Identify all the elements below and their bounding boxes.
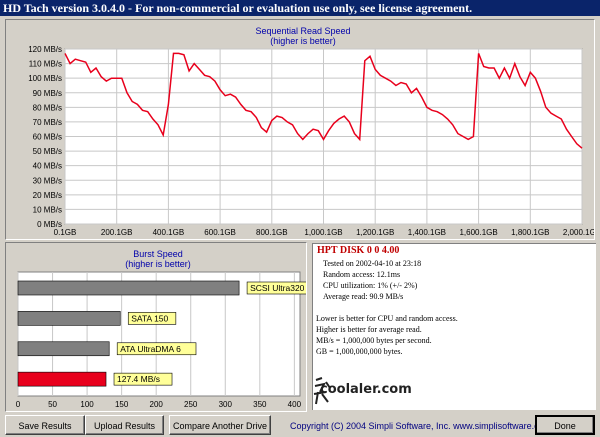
seq-y-tick-label: 70 MB/s xyxy=(33,118,62,127)
seq-y-tick-label: 90 MB/s xyxy=(33,89,62,98)
tested-on: Tested on 2002-04-10 at 23:18 xyxy=(323,259,422,268)
note-gb-def: GB = 1,000,000,000 bytes. xyxy=(316,347,403,356)
sequential-read-chart: Sequential Read Speed (higher is better)… xyxy=(28,26,594,237)
compare-another-drive-button[interactable]: Compare Another Drive xyxy=(169,415,271,435)
seq-chart-subtitle: (higher is better) xyxy=(270,36,336,46)
save-results-button[interactable]: Save Results xyxy=(5,415,85,435)
burst-bar-label: ATA UltraDMA 6 xyxy=(120,344,181,354)
burst-x-tick-label: 200 xyxy=(150,400,164,409)
seq-chart-title: Sequential Read Speed xyxy=(255,26,350,36)
seq-x-tick-label: 600.1GB xyxy=(204,228,236,237)
seq-x-tick-label: 1,400.1GB xyxy=(408,228,446,237)
burst-x-tick-label: 400 xyxy=(288,400,302,409)
seq-x-tick-label: 1,800.1GB xyxy=(511,228,549,237)
cpu-utilization: CPU utilization: 1% (+/- 2%) xyxy=(323,281,418,290)
burst-x-tick-label: 50 xyxy=(48,400,57,409)
burst-bar-label: SCSI Ultra320 xyxy=(250,283,305,293)
burst-bar xyxy=(17,371,107,387)
save-results-label: Save Results xyxy=(18,421,72,431)
burst-x-tick-label: 100 xyxy=(80,400,94,409)
seq-x-tick-label: 200.1GB xyxy=(101,228,133,237)
seq-x-tick-label: 0.1GB xyxy=(54,228,77,237)
upload-results-label: Upload Results xyxy=(93,421,156,431)
note-higher-better: Higher is better for average read. xyxy=(316,325,422,334)
burst-bar xyxy=(17,280,240,296)
window-titlebar: HD Tach version 3.0.4.0 - For non-commer… xyxy=(0,0,600,16)
seq-y-tick-label: 50 MB/s xyxy=(33,147,62,156)
drive-name: HPT DISK 0 0 4.00 xyxy=(317,245,400,256)
watermark-text: coolaler.com xyxy=(320,382,412,397)
seq-x-tick-label: 400.1GB xyxy=(153,228,185,237)
seq-x-tick-label: 2,000.1GB xyxy=(563,228,594,237)
compare-another-drive-label: Compare Another Drive xyxy=(172,421,268,431)
seq-y-tick-label: 80 MB/s xyxy=(33,103,62,112)
burst-chart-subtitle: (higher is better) xyxy=(125,259,191,269)
burst-x-tick-label: 350 xyxy=(253,400,267,409)
seq-x-tick-label: 800.1GB xyxy=(256,228,288,237)
seq-y-tick-label: 30 MB/s xyxy=(33,176,62,185)
sequential-read-panel: Sequential Read Speed (higher is better)… xyxy=(5,19,595,240)
burst-bar-label: 127.4 MB/s xyxy=(117,374,160,384)
burst-chart-title: Burst Speed xyxy=(133,249,183,259)
seq-y-tick-label: 110 MB/s xyxy=(29,60,62,69)
seq-y-tick-label: 20 MB/s xyxy=(33,191,62,200)
note-lower-better: Lower is better for CPU and random acces… xyxy=(316,314,458,323)
burst-x-tick-label: 300 xyxy=(219,400,233,409)
burst-bar xyxy=(17,341,110,357)
seq-y-tick-label: 120 MB/s xyxy=(28,45,62,54)
window-title: HD Tach version 3.0.4.0 - For non-commer… xyxy=(3,1,473,15)
burst-speed-panel: Burst Speed (higher is better) SCSI Ultr… xyxy=(5,242,307,412)
seq-x-tick-label: 1,600.1GB xyxy=(459,228,497,237)
upload-results-button[interactable]: Upload Results xyxy=(85,415,164,435)
seq-x-tick-label: 1,200.1GB xyxy=(356,228,394,237)
seq-x-tick-label: 1,000.1GB xyxy=(304,228,342,237)
burst-bar-label: SATA 150 xyxy=(131,313,168,323)
burst-x-tick-label: 250 xyxy=(184,400,198,409)
seq-y-tick-label: 100 MB/s xyxy=(28,74,62,83)
burst-bar xyxy=(17,311,121,326)
burst-x-tick-label: 0 xyxy=(16,400,21,409)
copyright-text: Copyright (C) 2004 Simpli Software, Inc.… xyxy=(290,421,552,431)
random-access: Random access: 12.1ms xyxy=(323,270,401,279)
done-label: Done xyxy=(554,421,576,431)
seq-y-tick-label: 10 MB/s xyxy=(33,205,62,214)
burst-x-tick-label: 150 xyxy=(115,400,129,409)
average-read: Average read: 90.9 MB/s xyxy=(323,292,404,301)
burst-speed-chart: Burst Speed (higher is better) SCSI Ultr… xyxy=(16,249,306,409)
note-mbs-def: MB/s = 1,000,000 bytes per second. xyxy=(316,336,432,345)
seq-y-tick-label: 40 MB/s xyxy=(33,162,62,171)
done-button[interactable]: Done xyxy=(535,415,595,435)
seq-y-tick-label: 60 MB/s xyxy=(33,133,62,142)
